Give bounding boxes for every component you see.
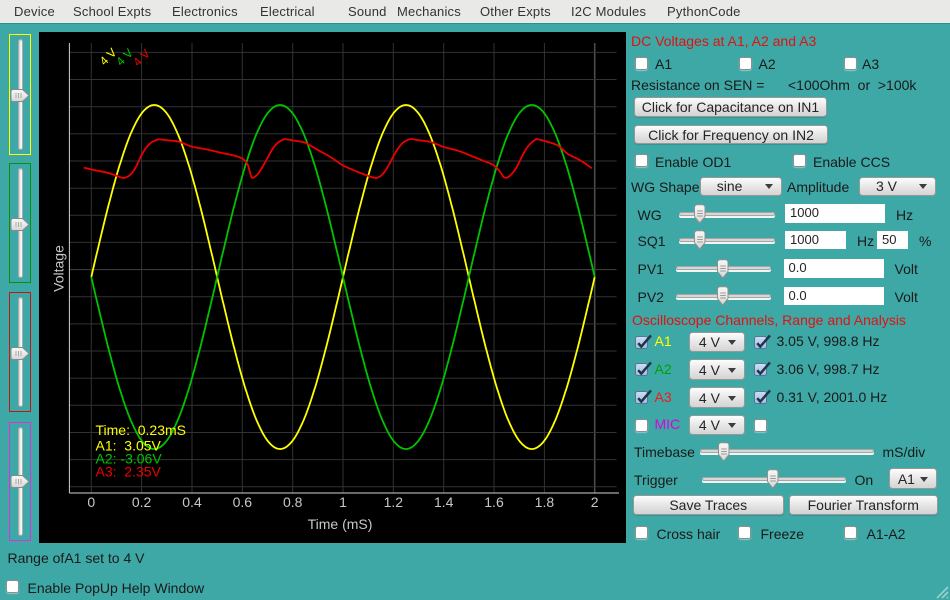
svg-text:0.4: 0.4: [182, 494, 202, 510]
svg-text:0.6: 0.6: [233, 494, 253, 510]
svg-text:0: 0: [87, 494, 95, 510]
svg-text:A3: 2.35V: A3: 2.35V: [96, 464, 162, 480]
svg-text:1.4: 1.4: [434, 494, 454, 510]
svg-text:Time: 0.23mS: Time: 0.23mS: [96, 422, 187, 438]
svg-text:0.2: 0.2: [132, 494, 152, 510]
svg-text:1.6: 1.6: [484, 494, 504, 510]
svg-text:1.2: 1.2: [384, 494, 404, 510]
svg-text:Time (mS): Time (mS): [308, 516, 373, 532]
svg-text:2: 2: [591, 494, 599, 510]
svg-text:1.8: 1.8: [535, 494, 555, 510]
svg-text:0.8: 0.8: [283, 494, 303, 510]
svg-text:Voltage: Voltage: [50, 245, 66, 292]
svg-text:1: 1: [339, 494, 347, 510]
